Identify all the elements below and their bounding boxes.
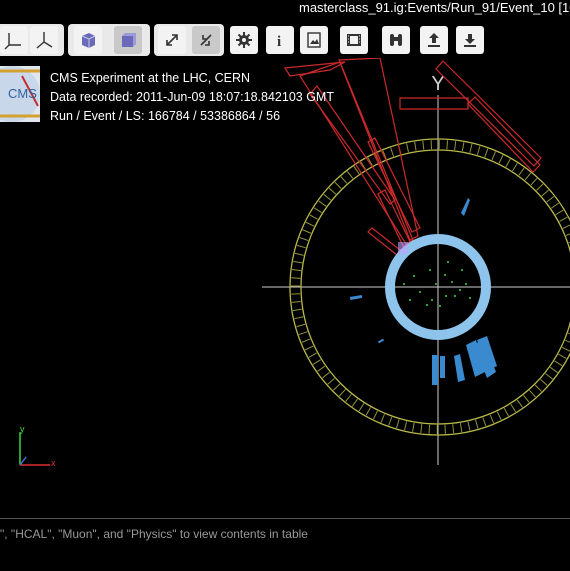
svg-text:CMS: CMS	[8, 86, 37, 101]
perspective-button[interactable]	[74, 26, 102, 54]
status-bar	[0, 518, 570, 571]
svg-text:x: x	[51, 458, 56, 468]
orientation-axes: y x	[20, 424, 56, 468]
axes-3d-alt-button[interactable]	[30, 26, 58, 54]
settings-group	[226, 24, 262, 56]
download-button[interactable]	[456, 26, 484, 54]
settings-button[interactable]	[230, 26, 258, 54]
svg-text:i: i	[277, 34, 281, 50]
upload-icon	[423, 29, 445, 51]
animation-button[interactable]	[340, 26, 368, 54]
status-text: ", "HCAL", "Muon", and "Physics" to view…	[0, 527, 308, 541]
axes-3d-alt-icon	[33, 29, 55, 51]
zoom-in-button[interactable]	[158, 26, 186, 54]
binoculars-icon	[385, 29, 407, 51]
upload-button[interactable]	[420, 26, 448, 54]
experiment-label: CMS Experiment at the LHC, CERN	[50, 69, 334, 88]
zoom-group	[154, 24, 224, 56]
tracker-hits	[403, 261, 471, 307]
run-event-label: Run / Event / LS: 166784 / 53386864 / 56	[50, 107, 334, 126]
download-icon	[459, 29, 481, 51]
find-button[interactable]	[382, 26, 410, 54]
cube-orthographic-icon	[117, 29, 139, 51]
window-title-bar: masterclass_91.ig:Events/Run_91/Event_10…	[0, 0, 570, 20]
data-recorded-label: Data recorded: 2011-Jun-09 18:07:18.8421…	[50, 88, 334, 107]
toolbar: i	[0, 22, 570, 58]
window-title: masterclass_91.ig:Events/Run_91/Event_10…	[299, 0, 570, 15]
image-icon	[303, 29, 325, 51]
hcal-towers	[350, 198, 497, 385]
axes-3d-icon	[3, 29, 25, 51]
cms-logo: CMS	[0, 66, 40, 122]
event-display-viewport[interactable]: Y	[0, 58, 570, 518]
zoom-out-button[interactable]	[192, 26, 220, 54]
orthographic-button[interactable]	[114, 26, 142, 54]
snapshot-button[interactable]	[300, 26, 328, 54]
cube-perspective-icon	[77, 29, 99, 51]
axes-group	[0, 24, 64, 56]
gear-icon	[233, 29, 255, 51]
film-icon	[343, 29, 365, 51]
tracker-hit-cluster	[398, 242, 408, 254]
event-info-overlay: CMS Experiment at the LHC, CERN Data rec…	[50, 69, 334, 126]
svg-text:y: y	[20, 424, 25, 434]
info-button[interactable]: i	[266, 26, 294, 54]
zoom-out-icon	[195, 29, 217, 51]
projection-group	[68, 24, 150, 56]
zoom-in-icon	[161, 29, 183, 51]
axes-3d-button[interactable]	[0, 26, 28, 54]
info-icon: i	[269, 29, 291, 51]
